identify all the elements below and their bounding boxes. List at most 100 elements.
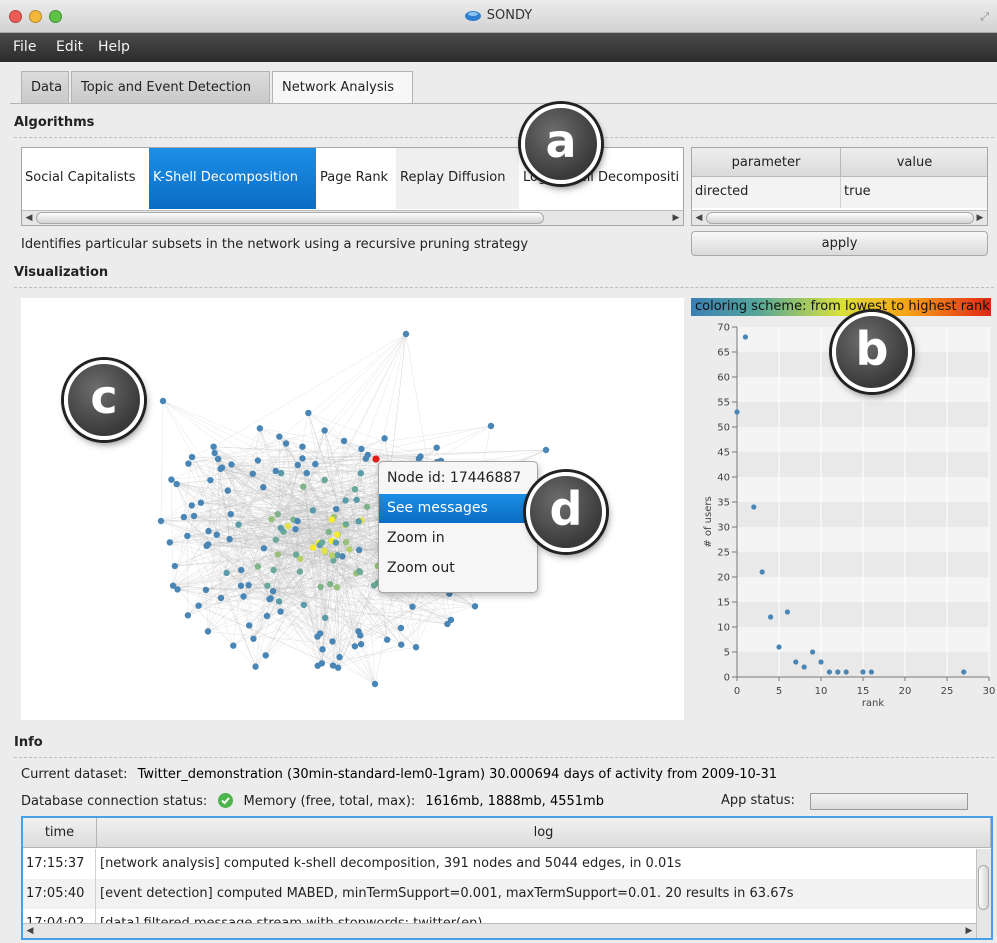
graph-node[interactable]	[318, 539, 326, 546]
graph-node[interactable]	[357, 470, 365, 477]
graph-node[interactable]	[309, 507, 317, 514]
log-row[interactable]: 17:15:37 [network analysis] computed k-s…	[23, 849, 978, 879]
graph-node[interactable]	[333, 531, 341, 538]
graph-node[interactable]	[274, 551, 282, 558]
graph-node[interactable]	[412, 643, 420, 651]
graph-node[interactable]	[314, 662, 321, 669]
graph-node[interactable]	[305, 409, 312, 417]
graph-node[interactable]	[159, 397, 167, 405]
graph-node[interactable]	[252, 663, 259, 670]
graph-node[interactable]	[381, 435, 388, 442]
graph-node[interactable]	[471, 603, 479, 610]
graph-node[interactable]	[230, 642, 237, 649]
graph-node[interactable]	[217, 594, 225, 602]
scroll-left-icon[interactable]: ◀	[22, 211, 36, 225]
graph-node[interactable]	[294, 461, 301, 469]
graph-node[interactable]	[213, 531, 220, 538]
algorithm-replay-diffusion[interactable]: Replay Diffusion	[396, 148, 519, 209]
graph-node[interactable]	[235, 521, 242, 528]
graph-node[interactable]	[284, 522, 292, 530]
graph-node[interactable]	[417, 453, 424, 460]
graph-node[interactable]	[188, 453, 196, 461]
parameter-column-header[interactable]: parameter	[692, 148, 841, 177]
graph-node[interactable]	[297, 555, 304, 562]
graph-node[interactable]	[262, 652, 269, 659]
tab-data[interactable]: Data	[21, 71, 69, 103]
graph-node[interactable]	[237, 566, 245, 574]
log-table[interactable]: time log 17:15:37 [network analysis] com…	[21, 816, 993, 940]
graph-node[interactable]	[355, 628, 362, 635]
graph-node[interactable]	[299, 443, 306, 450]
graph-node[interactable]	[168, 476, 175, 483]
graph-node[interactable]	[277, 524, 284, 532]
tab-network-analysis[interactable]: Network Analysis	[272, 71, 413, 104]
graph-node[interactable]	[329, 638, 336, 645]
graph-node[interactable]	[334, 552, 341, 559]
graph-node[interactable]	[296, 568, 304, 575]
tab-topic-event-detection[interactable]: Topic and Event Detection	[71, 71, 270, 103]
graph-node[interactable]	[328, 552, 336, 559]
graph-node[interactable]	[240, 593, 247, 600]
graph-node[interactable]	[447, 616, 455, 624]
graph-node[interactable]	[364, 451, 371, 459]
context-zoom-out[interactable]: Zoom out	[379, 554, 537, 583]
graph-node[interactable]	[264, 582, 271, 589]
apply-button[interactable]: apply	[691, 231, 988, 256]
graph-node[interactable]	[487, 422, 495, 430]
algorithm-social-capitalists[interactable]: Social Capitalists	[22, 148, 149, 209]
graph-node[interactable]	[353, 496, 360, 504]
graph-node[interactable]	[166, 539, 173, 546]
graph-node[interactable]	[226, 535, 233, 543]
graph-node[interactable]	[223, 569, 230, 577]
graph-node[interactable]	[356, 568, 363, 575]
graph-node[interactable]	[190, 512, 198, 520]
graph-node[interactable]	[207, 476, 214, 484]
scrollbar-thumb[interactable]	[706, 212, 974, 224]
graph-node[interactable]	[197, 499, 205, 506]
graph-node[interactable]	[402, 330, 410, 338]
algorithm-list-scrollbar[interactable]: ◀ ▶	[22, 210, 683, 225]
fullscreen-icon[interactable]: ⤢	[980, 10, 989, 24]
graph-node[interactable]	[321, 476, 328, 484]
graph-node[interactable]	[355, 518, 362, 525]
time-column-header[interactable]: time	[23, 818, 97, 848]
graph-node[interactable]	[237, 582, 245, 589]
graph-node[interactable]	[319, 646, 326, 653]
scroll-right-icon[interactable]: ▶	[973, 211, 987, 225]
graph-node[interactable]	[355, 546, 363, 554]
graph-node[interactable]	[342, 521, 350, 528]
value-column-header[interactable]: value	[841, 148, 987, 177]
graph-node[interactable]	[184, 532, 191, 540]
graph-node[interactable]	[282, 440, 290, 447]
graph-node[interactable]	[371, 680, 379, 688]
graph-node[interactable]	[329, 662, 337, 669]
graph-node[interactable]	[325, 528, 332, 536]
scroll-left-icon[interactable]: ◀	[692, 211, 706, 225]
graph-node[interactable]	[245, 622, 253, 629]
graph-node[interactable]	[433, 444, 440, 451]
graph-node[interactable]	[173, 480, 180, 488]
graph-node[interactable]	[184, 612, 192, 619]
log-row[interactable]: 17:05:40 [event detection] computed MABE…	[23, 879, 978, 909]
graph-node[interactable]	[245, 582, 252, 589]
graph-node[interactable]	[169, 582, 177, 589]
graph-node[interactable]	[254, 563, 262, 570]
graph-node[interactable]	[203, 542, 210, 550]
graph-node[interactable]	[260, 483, 267, 491]
menu-file[interactable]: File	[13, 39, 36, 55]
algorithm-k-shell-decomposition[interactable]: K-Shell Decomposition	[149, 148, 316, 209]
graph-node[interactable]	[218, 464, 226, 471]
graph-node[interactable]	[363, 503, 371, 511]
graph-node[interactable]	[195, 602, 202, 609]
graph-node[interactable]	[346, 546, 353, 553]
graph-node[interactable]	[270, 566, 277, 574]
graph-node[interactable]	[340, 437, 348, 445]
graph-node[interactable]	[256, 425, 264, 432]
graph-node[interactable]	[300, 601, 308, 609]
graph-node[interactable]	[351, 643, 359, 650]
scroll-left-icon[interactable]: ◀	[23, 924, 37, 938]
graph-node[interactable]	[292, 525, 299, 533]
graph-node[interactable]	[171, 562, 179, 570]
graph-node[interactable]	[327, 580, 334, 588]
parameter-table-scrollbar[interactable]: ◀ ▶	[692, 210, 987, 225]
